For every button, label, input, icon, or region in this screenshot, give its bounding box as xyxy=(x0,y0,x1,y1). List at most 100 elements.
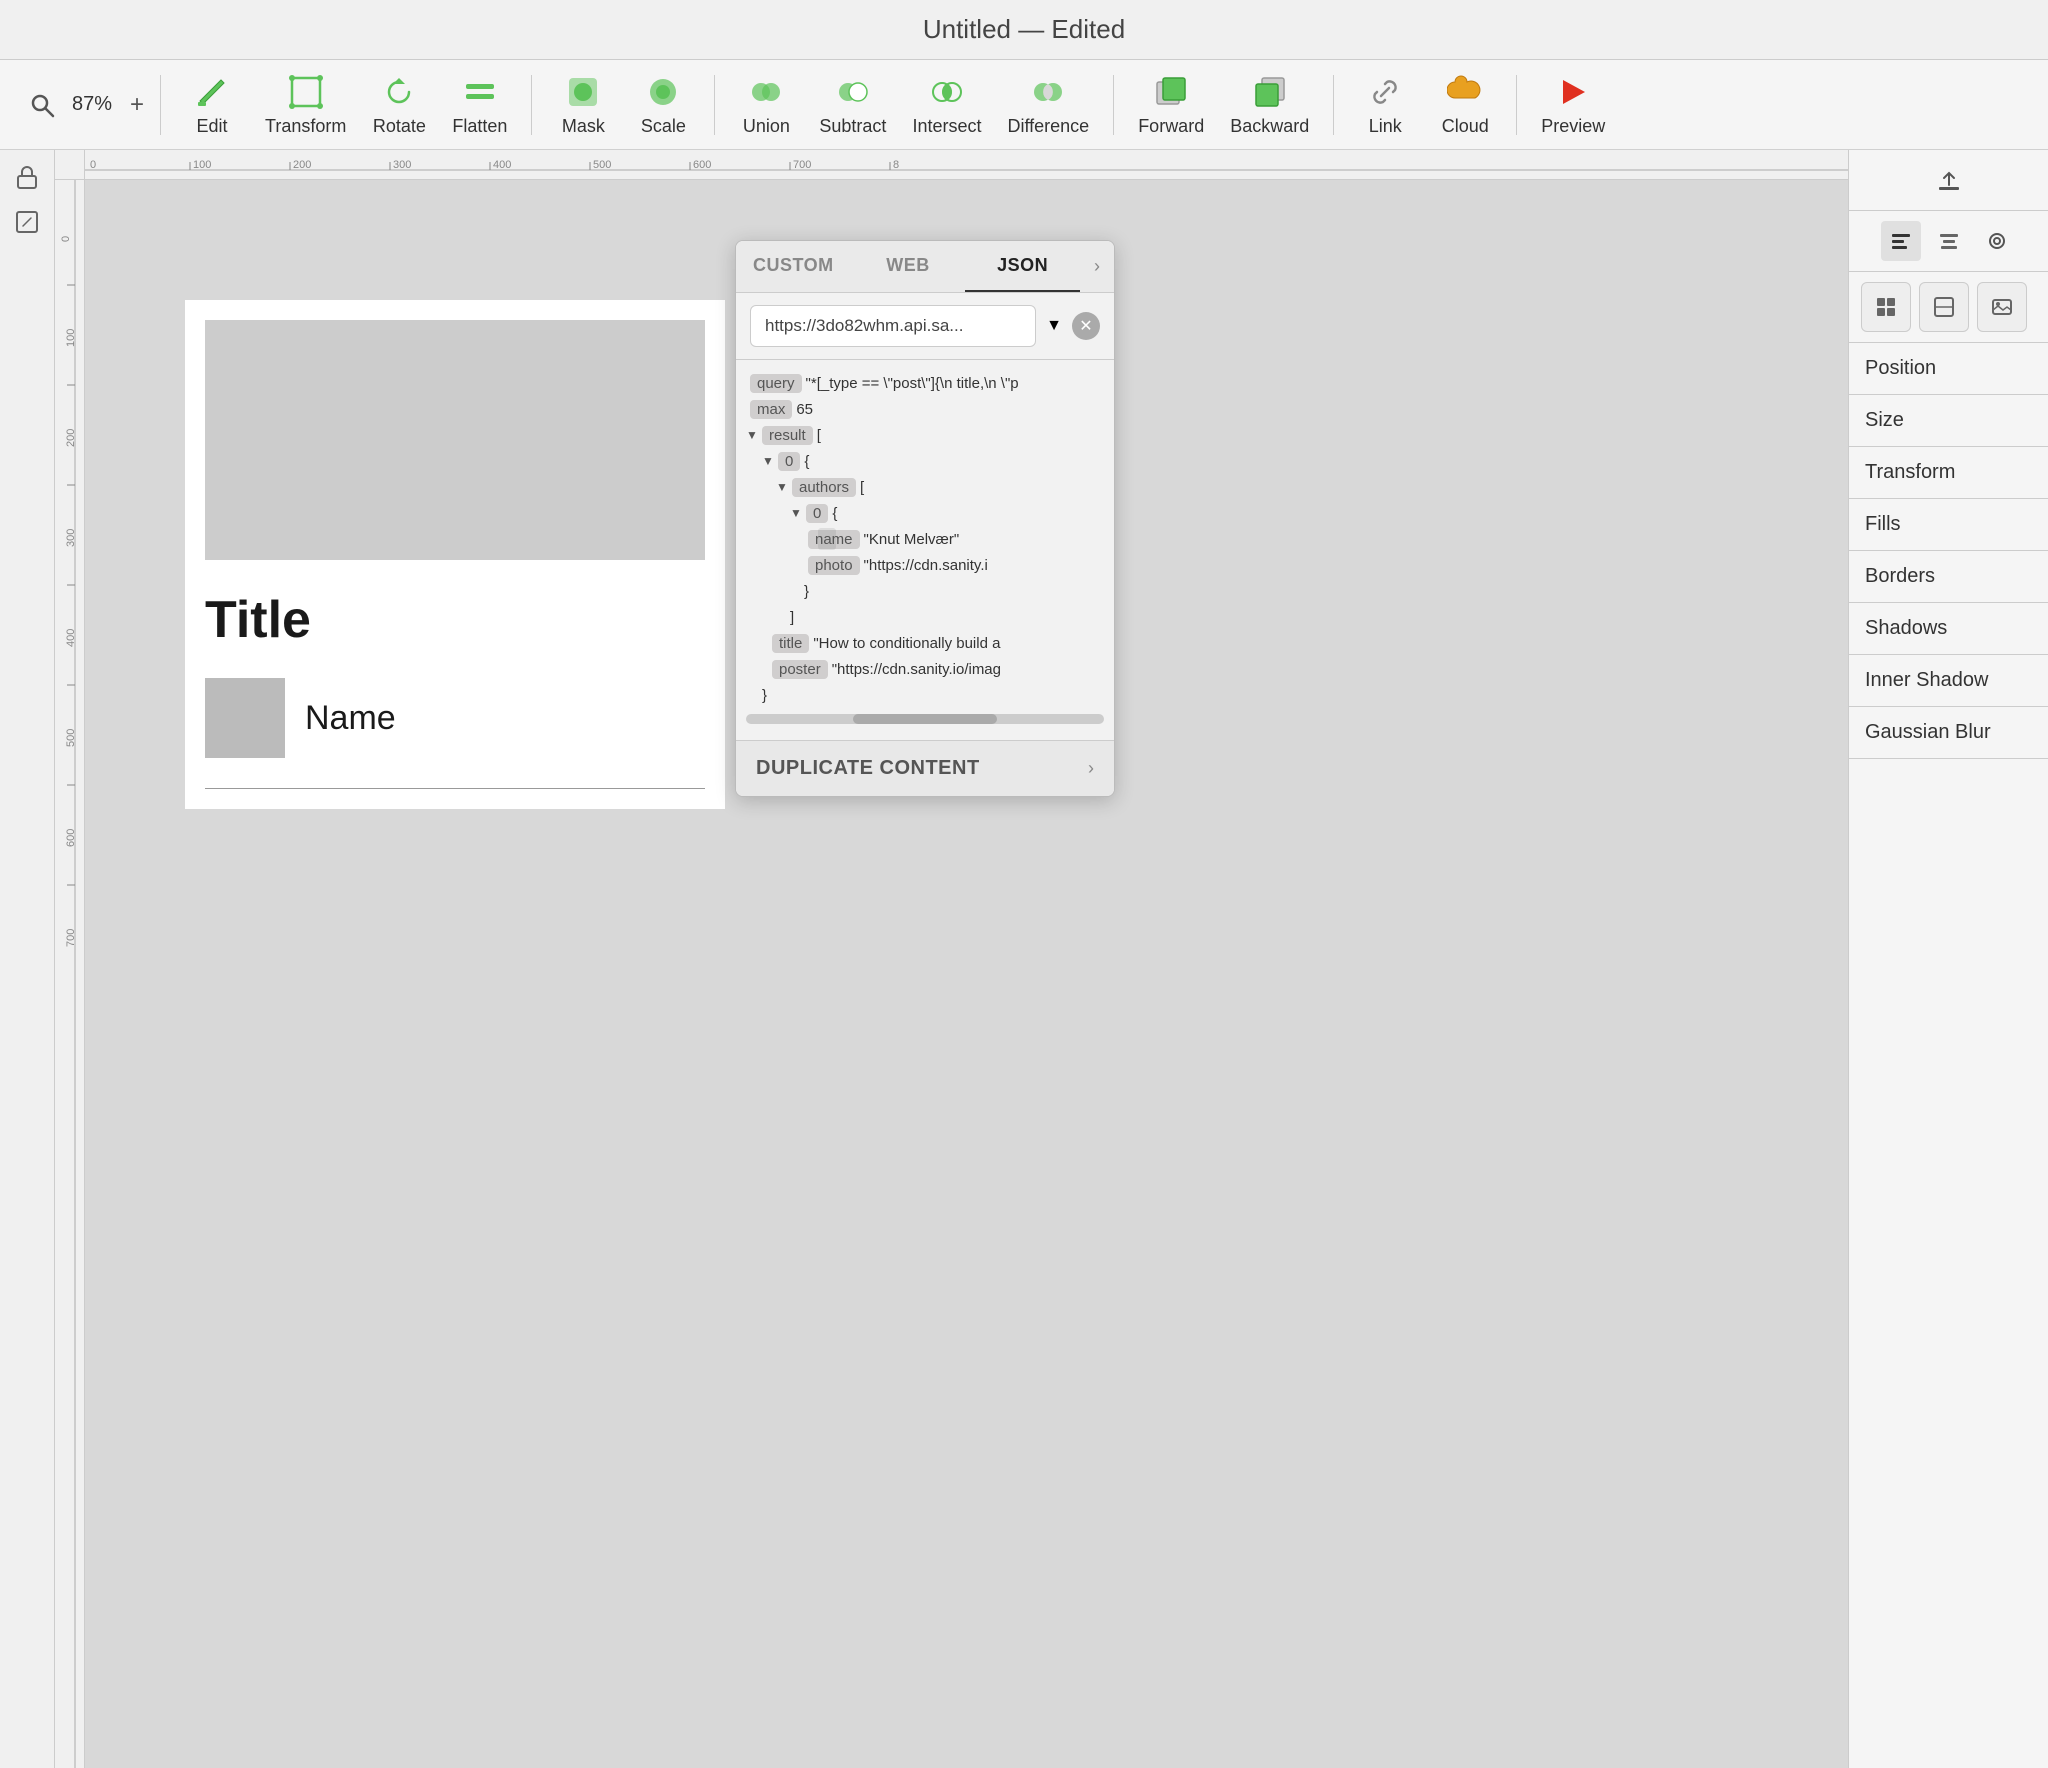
toolbar-union[interactable]: Union xyxy=(731,66,801,143)
svg-text:8: 8 xyxy=(893,159,899,171)
svg-text:0: 0 xyxy=(90,159,96,171)
result-expand[interactable]: ▼ xyxy=(746,428,760,442)
tab-json[interactable]: JSON xyxy=(965,241,1080,292)
forward-label: Forward xyxy=(1138,116,1204,137)
flatten-icon xyxy=(460,72,500,112)
sidebar-lock-icon[interactable] xyxy=(9,160,45,196)
max-value: 65 xyxy=(796,401,813,418)
authors0-expand[interactable]: ▼ xyxy=(790,506,804,520)
toolbar-divider-5 xyxy=(1333,75,1334,135)
toolbar-divider-4 xyxy=(1113,75,1114,135)
toolbar-transform[interactable]: Transform xyxy=(257,66,354,143)
difference-label: Difference xyxy=(1007,116,1089,137)
authors-badge: authors xyxy=(792,478,856,497)
right-panel-image-btn[interactable] xyxy=(1977,282,2027,332)
json-row-authors: ▼ authors [ xyxy=(736,474,1114,500)
backward-icon xyxy=(1250,72,1290,112)
right-panel-gaussian-blur[interactable]: Gaussian Blur xyxy=(1849,707,2048,759)
search-button[interactable] xyxy=(20,83,64,127)
svg-text:300: 300 xyxy=(393,159,411,171)
svg-text:600: 600 xyxy=(693,159,711,171)
shadows-label: Shadows xyxy=(1865,617,1947,639)
toolbar-mask[interactable]: Mask xyxy=(548,66,618,143)
union-icon xyxy=(746,72,786,112)
link-icon xyxy=(1365,72,1405,112)
ruler-vertical: 0 100 200 300 400 500 600 700 xyxy=(55,180,85,1768)
right-panel-inner-shadow[interactable]: Inner Shadow xyxy=(1849,655,2048,707)
tab-custom[interactable]: CUSTOM xyxy=(736,241,851,292)
index0-expand[interactable]: ▼ xyxy=(762,454,776,468)
svg-text:400: 400 xyxy=(493,159,511,171)
main-area: 0 100 200 300 400 500 600 700 8 xyxy=(0,150,2048,1768)
right-panel-shadows[interactable]: Shadows xyxy=(1849,603,2048,655)
toolbar-divider-1 xyxy=(160,75,161,135)
url-dropdown-arrow[interactable]: ▼ xyxy=(1044,316,1064,336)
subtract-label: Subtract xyxy=(819,116,886,137)
right-panel-align-center[interactable] xyxy=(1929,221,1969,261)
json-row-0: ▼ 0 { xyxy=(736,448,1114,474)
name-badge: name xyxy=(808,530,860,549)
toolbar-divider-2 xyxy=(531,75,532,135)
right-panel-borders[interactable]: Borders xyxy=(1849,551,2048,603)
authors-expand[interactable]: ▼ xyxy=(776,480,790,494)
right-panel-grid-btn[interactable] xyxy=(1861,282,1911,332)
right-panel-size[interactable]: Size xyxy=(1849,395,2048,447)
transform-icon xyxy=(286,72,326,112)
toolbar-cloud[interactable]: Cloud xyxy=(1430,66,1500,143)
toolbar-scale[interactable]: Scale xyxy=(628,66,698,143)
subtract-icon xyxy=(833,72,873,112)
right-panel-align-left[interactable] xyxy=(1881,221,1921,261)
frame-author-row: Name xyxy=(205,678,705,758)
toolbar-forward[interactable]: Forward xyxy=(1130,66,1212,143)
document-title: Untitled — Edited xyxy=(923,14,1125,45)
toolbar-edit[interactable]: Edit xyxy=(177,66,247,143)
toolbar-difference[interactable]: Difference xyxy=(999,66,1097,143)
json-row-query: query "*[_type == \"post\"]{\n title,\n … xyxy=(736,370,1114,396)
json-scrollbar-track[interactable] xyxy=(746,714,1104,724)
ruler-horizontal: 0 100 200 300 400 500 600 700 8 xyxy=(85,150,1848,180)
tab-more[interactable]: › xyxy=(1080,241,1114,292)
toolbar-intersect[interactable]: Intersect xyxy=(904,66,989,143)
right-panel-position[interactable]: Position xyxy=(1849,343,2048,395)
toolbar-subtract[interactable]: Subtract xyxy=(811,66,894,143)
preview-icon xyxy=(1553,72,1593,112)
sidebar-resize-icon[interactable] xyxy=(9,204,45,240)
ruler-corner xyxy=(55,150,85,180)
tab-web[interactable]: WEB xyxy=(851,241,966,292)
json-row-title: title "How to conditionally build a xyxy=(736,630,1114,656)
frame-image xyxy=(205,320,705,560)
transform-label: Transform xyxy=(265,116,346,137)
json-url-input[interactable] xyxy=(750,305,1036,347)
name-value: "Knut Melvær" xyxy=(864,531,960,548)
right-panel-expand-btn[interactable] xyxy=(1919,282,1969,332)
toolbar-backward[interactable]: Backward xyxy=(1222,66,1317,143)
scale-icon xyxy=(643,72,683,112)
json-scrollbar-thumb[interactable] xyxy=(853,714,996,724)
toolbar-divider-3 xyxy=(714,75,715,135)
max-badge: max xyxy=(750,400,792,419)
backward-label: Backward xyxy=(1230,116,1309,137)
frame-title: Title xyxy=(205,590,705,650)
toolbar-divider-6 xyxy=(1516,75,1517,135)
json-row-close1: } xyxy=(736,578,1114,604)
svg-text:0: 0 xyxy=(60,236,72,242)
right-panel-settings-btn[interactable] xyxy=(1977,221,2017,261)
toolbar-preview[interactable]: Preview xyxy=(1533,66,1613,143)
gaussian-blur-label: Gaussian Blur xyxy=(1865,721,1991,743)
zoom-level[interactable]: 87% xyxy=(72,93,122,116)
right-panel-transform[interactable]: Transform xyxy=(1849,447,2048,499)
zoom-plus[interactable]: + xyxy=(130,91,144,119)
right-panel-upload-btn[interactable] xyxy=(1929,160,1969,200)
duplicate-content-button[interactable]: DUPLICATE CONTENT › xyxy=(736,740,1114,796)
flatten-label: Flatten xyxy=(452,116,507,137)
json-url-clear-button[interactable]: ✕ xyxy=(1072,312,1100,340)
right-panel-fills[interactable]: Fills xyxy=(1849,499,2048,551)
right-panel-icon-row xyxy=(1849,211,2048,272)
frame-avatar xyxy=(205,678,285,758)
toolbar-flatten[interactable]: Flatten xyxy=(444,66,515,143)
title-bar: Untitled — Edited xyxy=(0,0,2048,60)
json-row-max: max 65 xyxy=(736,396,1114,422)
toolbar-rotate[interactable]: Rotate xyxy=(364,66,434,143)
json-tree: query "*[_type == \"post\"]{\n title,\n … xyxy=(736,360,1114,740)
toolbar-link[interactable]: Link xyxy=(1350,66,1420,143)
